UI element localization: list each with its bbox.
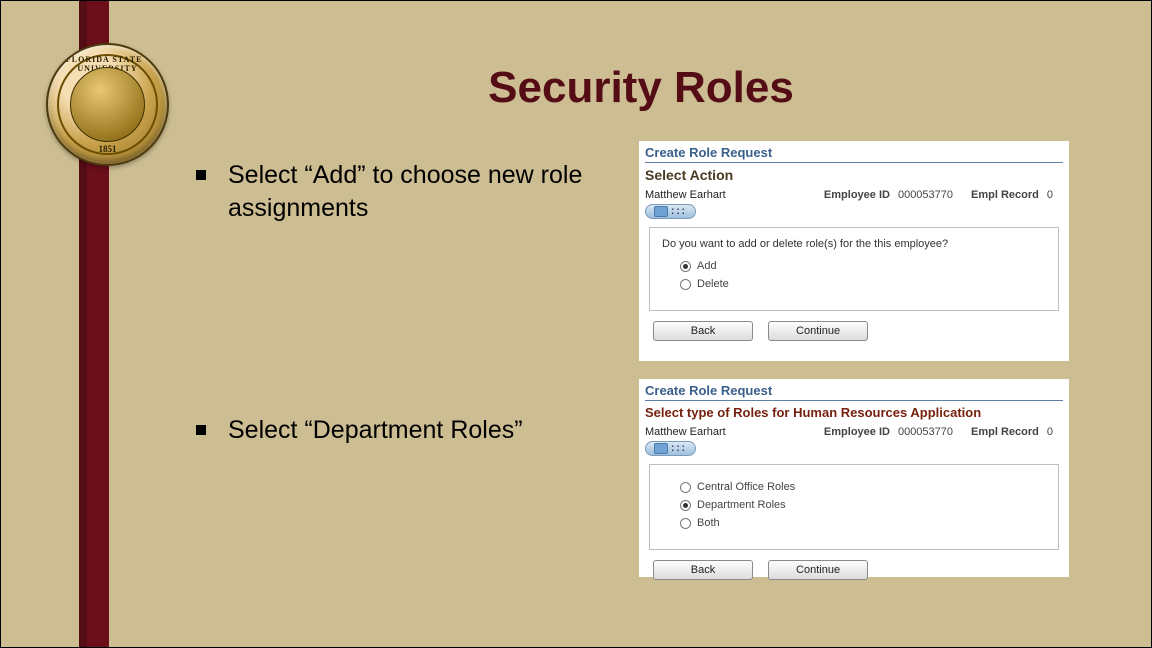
tab-handle[interactable]: ::: [645, 441, 696, 456]
radio-both[interactable]: Both [680, 517, 1046, 529]
slide: FLORIDA STATE · UNIVERSITY 1851 Security… [0, 0, 1152, 648]
emp-record-value: 0 [1047, 189, 1053, 201]
emp-record-label: Empl Record [971, 426, 1039, 438]
radio-label: Central Office Roles [697, 481, 795, 493]
emp-id-value: 000053770 [898, 426, 953, 438]
employee-info-row: Matthew Earhart Employee ID 000053770 Em… [645, 426, 1063, 438]
screenshot-select-role-type: Create Role Request Select type of Roles… [639, 379, 1069, 577]
radio-label: Add [697, 260, 717, 272]
tab-grip-icon [654, 206, 668, 217]
panel-heading: Select type of Roles for Human Resources… [645, 405, 1063, 420]
tab-dots-icon: ::: [671, 206, 687, 217]
back-button[interactable]: Back [653, 321, 753, 341]
radio-label: Delete [697, 278, 729, 290]
tab-handle[interactable]: ::: [645, 204, 696, 219]
continue-button[interactable]: Continue [768, 321, 868, 341]
radio-label: Both [697, 517, 720, 529]
radio-icon [680, 482, 691, 493]
panel-heading: Select Action [645, 167, 1063, 183]
breadcrumb: Create Role Request [645, 145, 1063, 163]
roletype-groupbox: Central Office Roles Department Roles Bo… [649, 464, 1059, 550]
bullet-icon [196, 425, 206, 435]
radio-icon [680, 518, 691, 529]
tab-grip-icon [654, 443, 668, 454]
employee-info-row: Matthew Earhart Employee ID 000053770 Em… [645, 189, 1063, 201]
bullet-icon [196, 170, 206, 180]
back-button[interactable]: Back [653, 560, 753, 580]
bullet-text: Select “Department Roles” [228, 414, 523, 447]
bullet-item: Select “Department Roles” [196, 414, 616, 447]
slide-title: Security Roles [151, 63, 1131, 113]
bullet-item: Select “Add” to choose new role assignme… [196, 159, 616, 224]
emp-id-label: Employee ID [824, 426, 890, 438]
radio-add[interactable]: Add [680, 260, 1046, 272]
employee-name: Matthew Earhart [645, 189, 726, 201]
employee-name: Matthew Earhart [645, 426, 726, 438]
radio-icon [680, 279, 691, 290]
seal-year: 1851 [48, 144, 167, 154]
button-row: Back Continue [653, 560, 1063, 580]
radio-delete[interactable]: Delete [680, 278, 1046, 290]
bullet-list: Select “Add” to choose new role assignme… [196, 159, 616, 637]
emp-id-label: Employee ID [824, 189, 890, 201]
radio-department[interactable]: Department Roles [680, 499, 1046, 511]
radio-icon [680, 500, 691, 511]
bullet-text: Select “Add” to choose new role assignme… [228, 159, 616, 224]
emp-record-value: 0 [1047, 426, 1053, 438]
emp-id-value: 000053770 [898, 189, 953, 201]
radio-icon [680, 261, 691, 272]
tab-dots-icon: ::: [671, 443, 687, 454]
continue-button[interactable]: Continue [768, 560, 868, 580]
action-groupbox: Do you want to add or delete role(s) for… [649, 227, 1059, 311]
question-text: Do you want to add or delete role(s) for… [662, 238, 1046, 250]
screenshot-select-action: Create Role Request Select Action Matthe… [639, 141, 1069, 361]
breadcrumb: Create Role Request [645, 383, 1063, 401]
button-row: Back Continue [653, 321, 1063, 341]
radio-label: Department Roles [697, 499, 786, 511]
radio-central-office[interactable]: Central Office Roles [680, 481, 1046, 493]
seal-top-text: FLORIDA STATE · UNIVERSITY [48, 55, 167, 73]
emp-record-label: Empl Record [971, 189, 1039, 201]
